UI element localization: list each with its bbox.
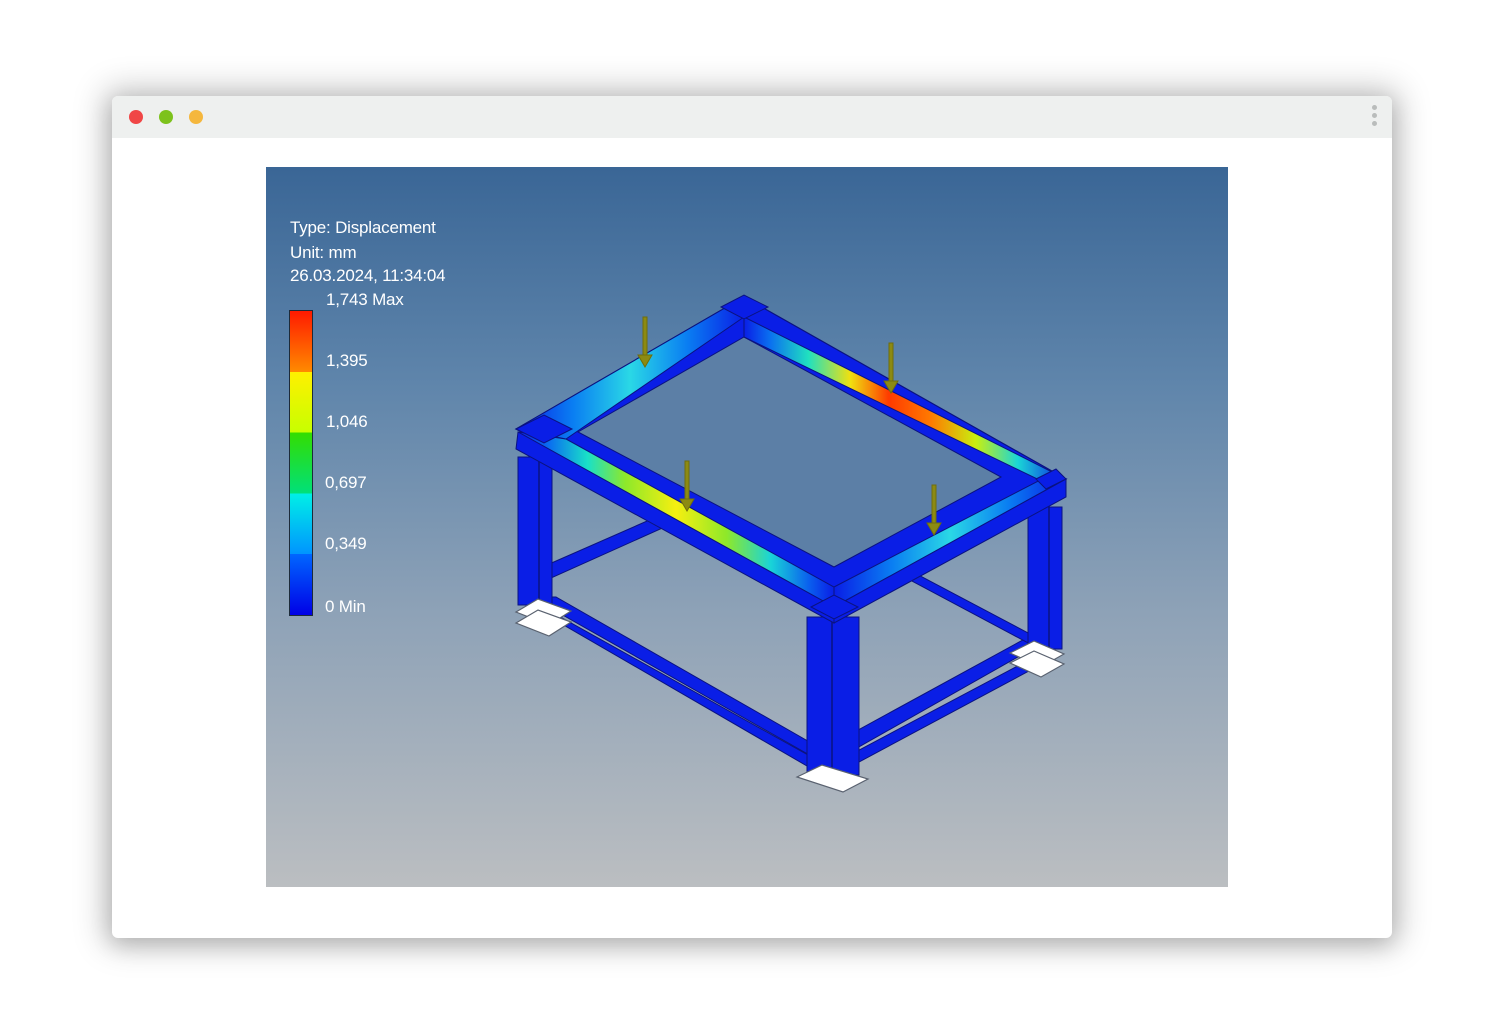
fea-result-viewport[interactable]: Type: Displacement Unit: mm 26.03.2024, … xyxy=(266,167,1228,887)
browser-window: Type: Displacement Unit: mm 26.03.2024, … xyxy=(112,96,1392,938)
top-frame xyxy=(514,294,1068,624)
frame-model-3d[interactable] xyxy=(266,167,1228,887)
load-arrow-icon xyxy=(883,342,899,394)
load-arrow-icon xyxy=(637,316,653,368)
kebab-menu-icon[interactable] xyxy=(1370,105,1378,129)
close-window-button[interactable] xyxy=(129,110,143,124)
window-titlebar xyxy=(112,96,1392,138)
maximize-window-button[interactable] xyxy=(189,110,203,124)
minimize-window-button[interactable] xyxy=(159,110,173,124)
